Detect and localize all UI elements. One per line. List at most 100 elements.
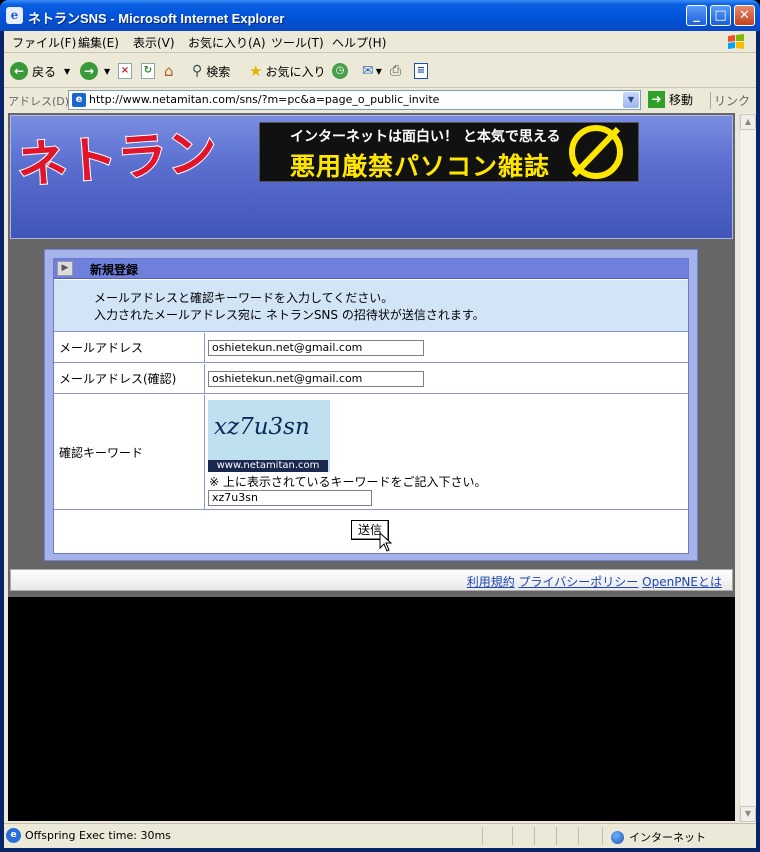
favorites-button[interactable]: ★ お気に入り [249,61,325,81]
stop-button[interactable]: × [118,61,132,81]
back-arrow-icon: ← [10,62,28,80]
go-label: 移動 [669,93,694,107]
site-footer: 利用規約 プライバシーポリシー OpenPNEとは [10,569,733,591]
forward-button[interactable]: → ▼ [80,61,110,81]
edit-button[interactable]: ≡ [414,61,428,81]
footer-links: 利用規約 プライバシーポリシー OpenPNEとは [467,573,722,590]
about-openpne-link[interactable]: OpenPNEとは [642,575,722,589]
page-viewport: ネトラン インターネットは面白い！ と本気で思える 悪用厳禁パソコン雑誌 ▶ 新… [8,113,735,821]
mouse-cursor-icon [379,532,393,552]
toolbar: ← 戻る ▼ → ▼ × ↻ ⌂ ⚲ 検索 ★ お気に入り ◷ ✉ ▼ ⎙ ≡ [4,54,756,88]
go-arrow-icon: ➜ [648,91,665,108]
go-button[interactable]: ➜ 移動 [648,91,693,108]
status-divider [578,827,579,845]
favorites-label: お気に入り [265,64,326,79]
refresh-button[interactable]: ↻ [141,61,155,81]
banner-title: 悪用厳禁パソコン雑誌 [290,152,551,181]
page-status-icon: e [6,828,21,843]
mail-button[interactable]: ✉ ▼ [362,61,382,81]
chevron-down-icon: ▼ [104,66,111,76]
edit-icon: ≡ [414,63,428,79]
status-divider [512,827,513,845]
form-header: ▶ 新規登録 [54,259,688,279]
address-input[interactable]: e http://www.netamitan.com/sns/?m=pc&a=p… [68,90,641,110]
history-button[interactable]: ◷ [332,61,348,81]
menu-view[interactable]: 表示(V) [133,34,175,51]
privacy-link[interactable]: プライバシーポリシー [519,575,639,589]
keyword-field[interactable]: xz7u3sn [208,490,372,506]
window-client: ファイル(F) 編集(E) 表示(V) お気に入り(A) ツール(T) ヘルプ(… [4,31,756,848]
status-divider [602,827,603,845]
submit-row: 送信 [54,510,688,554]
search-icon: ⚲ [192,63,203,79]
email-row: メールアドレス oshietekun.net@gmail.com [54,333,688,363]
menu-help[interactable]: ヘルプ(H) [332,34,386,51]
status-divider [556,827,557,845]
forward-arrow-icon: → [80,62,98,80]
home-button[interactable]: ⌂ [164,61,174,81]
signup-panel: ▶ 新規登録 メールアドレスと確認キーワードを入力してください。 入力されたメー… [44,249,698,561]
keyword-row: 確認キーワード xz7u3sn www.netamitan.com ※ 上に表示… [54,395,688,510]
menu-edit[interactable]: 編集(E) [78,34,119,51]
printer-icon: ⎙ [390,63,402,79]
signup-form: ▶ 新規登録 メールアドレスと確認キーワードを入力してください。 入力されたメー… [53,258,689,554]
menu-tools[interactable]: ツール(T) [271,34,324,51]
minimize-button[interactable]: _ [686,5,707,26]
play-arrow-icon: ▶ [57,261,73,276]
globe-icon [611,830,624,844]
chevron-down-icon[interactable]: ▼ [623,92,639,108]
menu-bar: ファイル(F) 編集(E) 表示(V) お気に入り(A) ツール(T) ヘルプ(… [4,31,756,53]
ie-icon: e [6,7,23,24]
home-icon: ⌂ [164,62,174,80]
form-intro: メールアドレスと確認キーワードを入力してください。 入力されたメールアドレス宛に… [54,280,688,332]
email-confirm-field[interactable]: oshietekun.net@gmail.com [208,371,424,387]
magazine-banner[interactable]: インターネットは面白い！ と本気で思える 悪用厳禁パソコン雑誌 [259,122,639,182]
intro-line-1: メールアドレスと確認キーワードを入力してください。 [94,291,394,305]
banner-tagline: インターネットは面白い！ と本気で思える [290,129,561,145]
chevron-down-icon: ▼ [375,66,382,76]
menu-file[interactable]: ファイル(F) [12,34,76,51]
menu-favorites[interactable]: お気に入り(A) [188,34,266,51]
stop-icon: × [118,63,132,79]
title-bar[interactable]: e ネトランSNS - Microsoft Internet Explorer … [0,0,760,31]
page-icon: e [72,93,86,107]
email-field[interactable]: oshietekun.net@gmail.com [208,340,424,356]
banner-ring-graphic [569,125,623,179]
address-url: http://www.netamitan.com/sns/?m=pc&a=pag… [89,93,440,106]
links-button[interactable]: リンク [710,92,750,109]
form-title: 新規登録 [90,263,139,277]
windows-logo-icon [728,34,744,49]
status-divider [534,827,535,845]
zone-label: インターネット [629,831,706,844]
captcha-text: xz7u3sn [214,414,310,440]
print-button[interactable]: ⎙ [390,61,401,81]
search-label: 検索 [206,64,231,79]
maximize-button[interactable]: □ [710,5,731,26]
svg-text:ネトラン: ネトラン [15,123,219,190]
back-button[interactable]: ← 戻る ▼ [10,61,70,81]
browser-window: e ネトランSNS - Microsoft Internet Explorer … [0,0,760,852]
intro-line-2: 入力されたメールアドレス宛に ネトランSNS の招待状が送信されます。 [94,308,485,322]
close-button[interactable]: ✕ [734,5,755,26]
star-icon: ★ [249,62,263,80]
email-confirm-label: メールアドレス(確認) [54,364,205,393]
history-icon: ◷ [332,63,348,79]
page-content: ネトラン インターネットは面白い！ と本気で思える 悪用厳禁パソコン雑誌 ▶ 新… [8,113,735,597]
site-logo[interactable]: ネトラン [13,118,223,190]
email-label: メールアドレス [54,333,205,362]
window-title: ネトランSNS - Microsoft Internet Explorer [28,11,285,26]
terms-link[interactable]: 利用規約 [467,575,515,589]
refresh-icon: ↻ [141,63,155,79]
captcha-note: ※ 上に表示されているキーワードをご記入下さい。 [209,475,487,489]
address-label: アドレス(D) [8,95,70,108]
keyword-label: 確認キーワード [54,395,205,509]
scroll-up-icon[interactable]: ▲ [740,114,756,130]
status-divider [482,827,483,845]
status-bar: e Offspring Exec time: 30ms インターネット [4,823,756,847]
captcha-image: xz7u3sn www.netamitan.com [208,400,330,472]
search-button[interactable]: ⚲ 検索 [192,61,230,81]
scroll-down-icon[interactable]: ▼ [740,806,756,822]
vertical-scrollbar[interactable]: ▲ ▼ [739,113,756,823]
security-zone: インターネット [611,829,706,845]
site-header: ネトラン インターネットは面白い！ と本気で思える 悪用厳禁パソコン雑誌 [10,115,733,239]
